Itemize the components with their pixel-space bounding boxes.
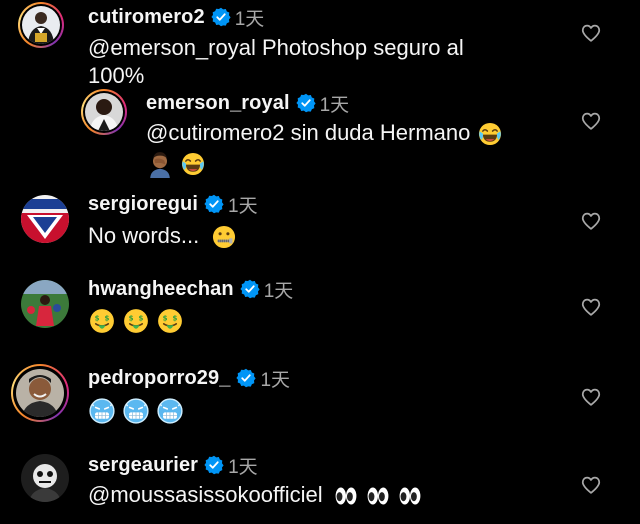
heart-outline-icon[interactable]	[580, 210, 602, 232]
avatar[interactable]	[21, 454, 69, 502]
username[interactable]: sergeaurier	[88, 454, 198, 477]
avatar[interactable]	[21, 280, 69, 328]
timestamp: 1天	[228, 195, 258, 217]
timestamp: 1天	[260, 369, 291, 391]
comment-text-body: No words...	[88, 223, 200, 248]
avatar[interactable]	[16, 369, 64, 417]
heart-outline-icon[interactable]	[580, 474, 602, 496]
verified-badge-icon	[296, 93, 316, 113]
avatar[interactable]	[85, 93, 123, 131]
laughing-emoji-icon	[477, 121, 503, 147]
comment-text: No words...	[88, 222, 558, 250]
money-mouth-emoji-icon	[88, 307, 116, 335]
comment-text-line: 100%	[88, 63, 145, 88]
laughing-emoji-icon	[180, 151, 206, 177]
cold-face-emoji-icon	[156, 397, 184, 425]
facepalm-emoji-icon	[146, 150, 174, 178]
heart-outline-icon[interactable]	[580, 22, 602, 44]
timestamp: 1天	[263, 280, 294, 302]
zipper-mouth-emoji-icon	[211, 224, 237, 250]
verified-badge-icon	[204, 194, 224, 214]
comment-text	[88, 396, 558, 425]
mention-link[interactable]: @moussasissokoofficiel	[88, 482, 323, 507]
comment-text: @emerson_royal Photoshop seguro al 100%	[88, 34, 558, 90]
avatar[interactable]	[22, 6, 60, 44]
heart-outline-icon[interactable]	[580, 110, 602, 132]
money-mouth-emoji-icon	[122, 307, 150, 335]
username[interactable]: emerson_royal	[146, 92, 290, 115]
username[interactable]: hwangheechan	[88, 278, 234, 301]
eyes-emoji-icon	[333, 483, 359, 509]
username[interactable]: pedroporro29_	[88, 367, 230, 390]
timestamp: 1天	[319, 94, 350, 116]
verified-badge-icon	[204, 455, 224, 475]
avatar[interactable]	[21, 195, 69, 243]
timestamp: 1天	[234, 8, 265, 30]
comment-text-body: @cutiromero2 sin duda Hermano	[146, 120, 471, 145]
comment-text: @cutiromero2 sin duda Hermano	[146, 119, 556, 178]
verified-badge-icon	[211, 7, 231, 27]
username[interactable]: cutiromero2	[88, 6, 205, 29]
heart-outline-icon[interactable]	[580, 296, 602, 318]
comment-text: @moussasissokoofficiel	[88, 481, 558, 509]
verified-badge-icon	[240, 279, 260, 299]
username[interactable]: sergioregui	[88, 193, 198, 216]
eyes-emoji-icon	[397, 483, 423, 509]
timestamp: 1天	[228, 456, 258, 478]
cold-face-emoji-icon	[88, 397, 116, 425]
comment-text	[88, 306, 558, 335]
cold-face-emoji-icon	[122, 397, 150, 425]
money-mouth-emoji-icon	[156, 307, 184, 335]
comment-text-line: @emerson_royal Photoshop seguro al	[88, 35, 464, 60]
verified-badge-icon	[236, 368, 256, 388]
eyes-emoji-icon	[365, 483, 391, 509]
heart-outline-icon[interactable]	[580, 386, 602, 408]
